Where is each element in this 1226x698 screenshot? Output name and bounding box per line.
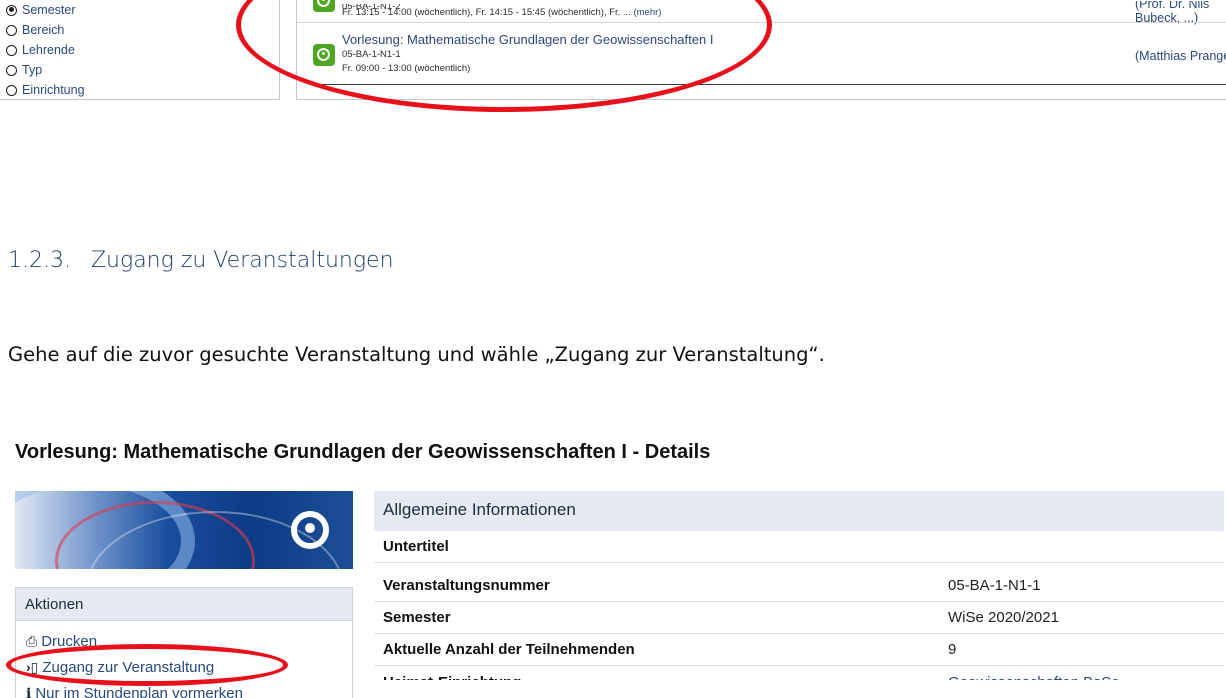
info-heading: Allgemeine Informationen <box>374 491 1224 531</box>
info-row-course-number: Veranstaltungsnummer 05-BA-1-N1-1 <box>374 570 1224 602</box>
radio-icon[interactable] <box>6 24 17 36</box>
radio-icon[interactable] <box>6 84 17 96</box>
action-schedule-bookmark[interactable]: i Nur im Stundenplan vormerken <box>26 685 243 698</box>
info-row-participants: Aktuelle Anzahl der Teilnehmenden 9 <box>374 634 1224 666</box>
radio-icon[interactable] <box>6 4 17 16</box>
info-value-link[interactable]: Geowissenschaften BaSc <box>948 674 1119 680</box>
info-label: Heimat-Einrichtung <box>383 674 522 691</box>
annotation-ellipse <box>6 644 288 686</box>
info-icon: i <box>26 685 32 698</box>
actions-heading: Aktionen <box>15 587 353 621</box>
info-value: 05-BA-1-N1-1 <box>948 577 1041 594</box>
section-title: Zugang zu Veranstaltungen <box>90 248 394 273</box>
course-banner-image <box>15 491 353 569</box>
info-row-home-institution: Heimat-Einrichtung Geowissenschaften BaS… <box>374 667 1224 691</box>
section-heading: 1.2.3. Zugang zu Veranstaltungen <box>8 248 394 273</box>
info-value: 9 <box>948 641 957 658</box>
filter-option-label: Lehrende <box>22 43 75 57</box>
info-label: Aktuelle Anzahl der Teilnehmenden <box>383 641 635 658</box>
filter-option-label: Bereich <box>22 23 65 37</box>
radio-icon[interactable] <box>6 44 17 56</box>
filter-option-label: Semester <box>22 3 76 17</box>
info-label: Semester <box>383 609 451 626</box>
info-row-semester: Semester WiSe 2020/2021 <box>374 602 1224 634</box>
filter-option-label: Typ <box>22 63 43 77</box>
filter-option-typ[interactable]: Typ <box>6 60 279 80</box>
info-row-subtitle: Untertitel <box>374 531 1224 563</box>
filter-option-label: Einrichtung <box>22 83 85 97</box>
radio-icon[interactable] <box>6 64 17 76</box>
print-icon: ⎙ <box>26 633 38 649</box>
info-label: Veranstaltungsnummer <box>383 577 550 594</box>
section-number: 1.2.3. <box>8 248 71 273</box>
logo-dot <box>305 523 315 533</box>
info-value: WiSe 2020/2021 <box>948 609 1059 626</box>
filter-option-lehrende[interactable]: Lehrende <box>6 40 279 60</box>
info-label: Untertitel <box>383 538 449 555</box>
page-title: Vorlesung: Mathematische Grundlagen der … <box>15 441 711 463</box>
course-lecturer[interactable]: (Matthias Prange) <box>1135 49 1226 63</box>
action-label: Nur im Stundenplan vormerken <box>35 685 243 698</box>
general-info-panel: Allgemeine Informationen Untertitel Vera… <box>374 491 1226 698</box>
instruction-text: Gehe auf die zuvor gesuchte Veranstaltun… <box>8 343 825 366</box>
filter-option-einrichtung[interactable]: Einrichtung <box>6 80 279 100</box>
